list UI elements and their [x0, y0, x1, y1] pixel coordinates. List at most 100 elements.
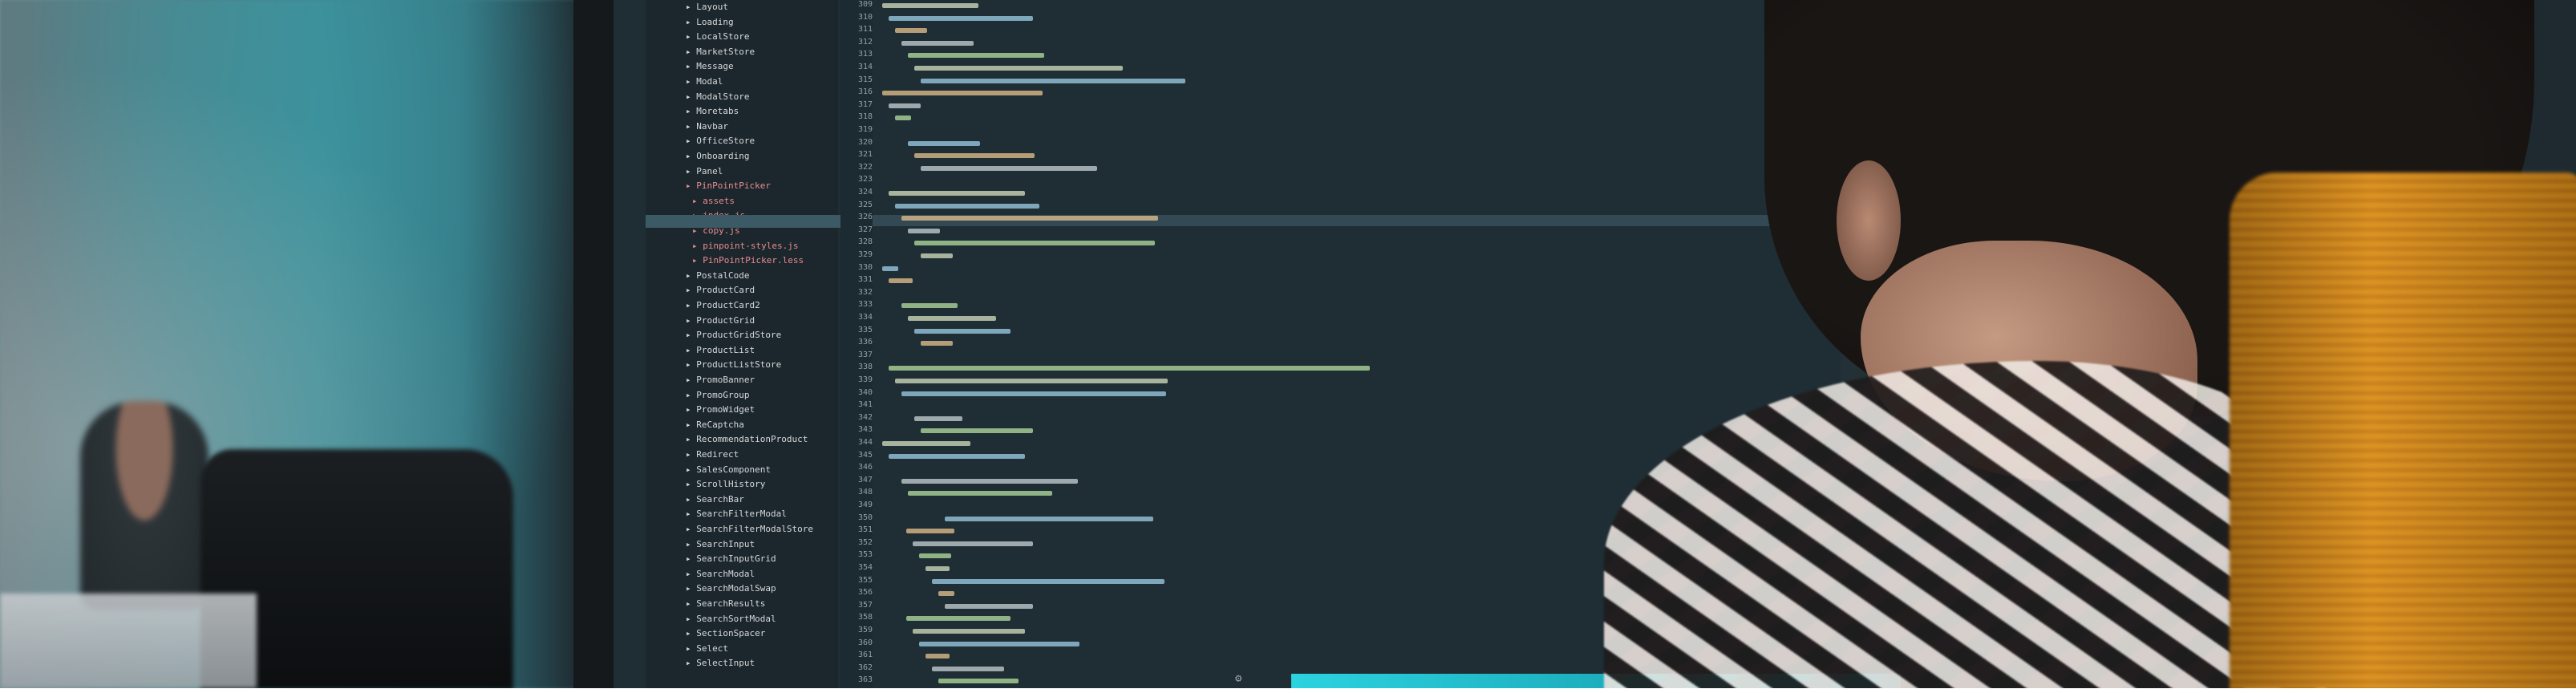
line-number: 345: [857, 450, 873, 460]
line-number: 358: [857, 613, 873, 622]
tree-item: ▸ ReCaptcha: [686, 419, 744, 430]
desk: [0, 594, 257, 688]
office-photo: ▸ Layout ▸ Loading ▸ LocalStore ▸ MarketSto…: [0, 0, 2576, 688]
code-line: [921, 78, 1185, 83]
line-number: 312: [857, 37, 873, 47]
tree-item: ▸ Layout: [686, 2, 728, 12]
tree-item: ▸ PromoWidget: [686, 404, 755, 415]
tree-item: ▸ PromoGroup: [686, 389, 750, 400]
code-line: [889, 278, 913, 284]
code-line: [908, 491, 1052, 496]
code-line: [921, 165, 1097, 171]
line-number: 318: [857, 112, 873, 122]
code-line: [919, 641, 1079, 646]
tree-item: ▸ Onboarding: [686, 151, 750, 161]
code-line: [938, 591, 954, 597]
code-line: [882, 265, 898, 271]
code-line: [895, 203, 1039, 209]
line-number: 350: [857, 513, 873, 522]
tree-item: ▸ SelectInput: [686, 658, 755, 669]
background-person: [80, 401, 209, 610]
gear-icon: ⚙: [1235, 672, 1242, 685]
line-number: 337: [857, 350, 873, 359]
line-number: 329: [857, 250, 873, 259]
line-number: 352: [857, 537, 873, 547]
code-line: [895, 28, 927, 34]
code-line: [901, 40, 974, 46]
tree-item: ▸ ProductGridStore: [686, 330, 782, 341]
code-line: [913, 629, 1025, 634]
tree-item: ▸ PinPointPicker: [686, 180, 771, 192]
tree-item: ▸ RecommendationProduct: [686, 434, 808, 445]
line-number: 317: [857, 99, 873, 109]
code-line: [908, 140, 980, 146]
tree-item: ▸ SearchResults: [686, 598, 766, 609]
code-line: [889, 103, 921, 108]
person-ear: [1837, 160, 1901, 281]
line-number: 351: [857, 525, 873, 535]
tree-item: ▸ ProductCard2: [686, 300, 760, 310]
code-line: [906, 529, 954, 534]
line-number: 354: [857, 563, 873, 572]
tree-item: ▸ SectionSpacer: [686, 628, 766, 639]
line-number: 313: [857, 50, 873, 59]
line-number: 363: [857, 675, 873, 685]
line-number: 327: [857, 225, 873, 234]
line-number: 339: [857, 375, 873, 384]
line-number: 346: [857, 463, 873, 472]
tree-item: ▸ ProductGrid: [686, 314, 755, 326]
code-line: [925, 654, 950, 659]
code-line: [945, 603, 1033, 609]
line-number: 342: [857, 412, 873, 422]
line-number: 357: [857, 600, 873, 610]
tree-item: ▸ SearchInput: [686, 538, 755, 549]
line-number: 314: [857, 63, 873, 71]
line-number: 348: [857, 488, 873, 497]
line-number: 311: [857, 25, 873, 34]
line-number: 349: [857, 500, 873, 509]
line-number: 353: [857, 550, 873, 560]
code-line: [901, 216, 1158, 221]
tree-item: ▸ SearchBar: [686, 493, 744, 505]
tree-item: ▸ PostalCode: [686, 270, 750, 281]
line-number: 331: [857, 275, 873, 285]
code-line: [901, 303, 958, 309]
tree-item: ▸ MarketStore: [686, 46, 755, 57]
code-line: [901, 478, 1078, 484]
code-line: [889, 15, 1033, 21]
line-number: 347: [857, 475, 873, 484]
line-number: 343: [857, 425, 873, 435]
tree-item: ▸ SearchModal: [686, 568, 755, 579]
line-number: 328: [857, 237, 873, 247]
code-line: [921, 428, 1033, 434]
line-number: 325: [857, 200, 873, 209]
tree-item: ▸ Message: [686, 61, 734, 72]
line-number: 355: [857, 575, 873, 585]
line-number: 321: [857, 150, 873, 160]
code-line: [889, 191, 1025, 196]
line-number: 359: [857, 626, 873, 634]
code-line: [914, 241, 1155, 246]
code-line: [914, 328, 1011, 334]
code-line: [932, 666, 1004, 671]
code-line: [914, 153, 1035, 159]
code-line: [882, 441, 970, 446]
code-line: [938, 679, 1019, 684]
line-number: 323: [857, 175, 873, 184]
code-line: [925, 566, 950, 571]
tree-item: ▸ PinPointPicker.less: [692, 255, 804, 266]
code-line: [908, 316, 996, 321]
code-line: [919, 553, 951, 559]
code-line: [908, 53, 1044, 59]
line-number: 334: [857, 313, 873, 322]
tree-item: ▸ ProductList: [686, 344, 755, 355]
tree-item: ▸ PromoBanner: [686, 375, 755, 385]
tree-item: ▸ ModalStore: [686, 91, 750, 102]
line-number: 310: [857, 12, 873, 22]
line-number: 335: [857, 325, 873, 334]
line-number-gutter: 309 310 311 312 313 314 315 316 317 318 319 320 321 3…: [840, 0, 873, 688]
line-number: 340: [857, 387, 873, 397]
line-number: 361: [857, 650, 873, 660]
code-line: [882, 91, 1043, 96]
tree-item: ▸ ScrollHistory: [686, 479, 766, 490]
